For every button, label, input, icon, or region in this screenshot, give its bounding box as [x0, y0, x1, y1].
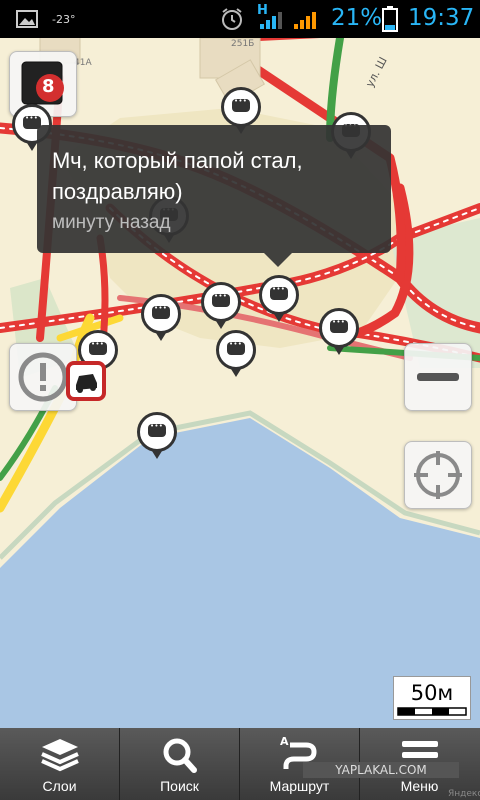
chat-marker[interactable]: [141, 294, 181, 341]
watermark: YAPLAKAL.COM: [303, 762, 459, 778]
scale-label: 50м: [410, 681, 454, 705]
gallery-icon: [16, 10, 38, 28]
scale-bar: [397, 707, 467, 716]
svg-text:A: A: [280, 735, 289, 748]
tab-layers[interactable]: Слои: [0, 728, 120, 800]
chat-icon: [227, 340, 245, 355]
tab-search[interactable]: Поиск: [120, 728, 240, 800]
network-type: H: [257, 3, 268, 18]
clock: 19:37: [408, 5, 475, 31]
chat-marker[interactable]: [259, 275, 299, 322]
traffic-level: 8: [42, 76, 55, 97]
zoom-out-button[interactable]: [404, 343, 472, 411]
map-copyright: Яндекс: [448, 789, 480, 799]
chat-icon: [89, 340, 107, 355]
chat-icon: [232, 97, 250, 112]
alarm-icon: [222, 8, 242, 30]
temperature: -23°: [52, 13, 76, 26]
chat-marker[interactable]: [216, 330, 256, 377]
status-bar: -23° H 21% 19:37: [0, 0, 480, 38]
battery-icon: [382, 6, 398, 32]
locate-me-button[interactable]: [404, 441, 472, 509]
battery-percent: 21%: [331, 5, 383, 31]
chat-icon: [330, 318, 348, 333]
signal-strength-icon: [294, 12, 316, 29]
chat-marker[interactable]: [137, 412, 177, 459]
house-number-251b: 251Б: [231, 39, 254, 49]
comment-text: Мч, который папой стал, поздравляю): [52, 148, 303, 204]
comment-time: минуту назад: [52, 212, 171, 233]
map-scale: 50м: [393, 676, 471, 720]
chat-icon: [212, 292, 230, 307]
car-crash-icon: [76, 374, 97, 393]
chat-marker[interactable]: [221, 87, 261, 134]
street-label: ул. Ш: [363, 55, 390, 90]
tab-route-label: Маршрут: [269, 778, 330, 794]
chat-icon: [152, 304, 170, 319]
tab-search-label: Поиск: [160, 778, 199, 794]
chat-marker[interactable]: [201, 282, 241, 329]
chat-icon: [148, 422, 166, 437]
minus-icon: [417, 373, 459, 381]
comment-tooltip[interactable]: Мч, который папой стал, поздравляю) мину…: [37, 125, 391, 267]
chat-icon: [270, 285, 288, 300]
location-target-icon: [414, 451, 462, 499]
chat-marker[interactable]: [319, 308, 359, 355]
layers-icon: [41, 739, 79, 772]
accident-marker[interactable]: [66, 361, 106, 401]
search-icon: [163, 738, 197, 773]
tab-layers-label: Слои: [42, 778, 77, 794]
